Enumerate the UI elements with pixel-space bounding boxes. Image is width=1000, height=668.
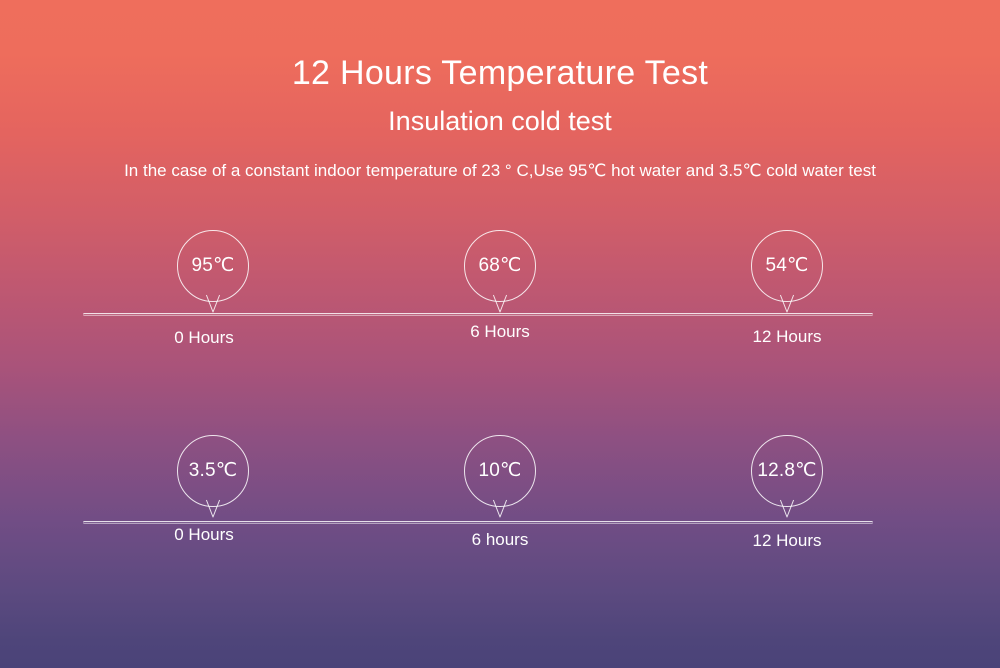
page-subtitle: Insulation cold test — [388, 106, 612, 136]
temperature-value: 12.8℃ — [757, 459, 817, 481]
temperature-bubble: 95℃ — [177, 230, 249, 313]
temperature-value: 68℃ — [478, 254, 522, 276]
hour-label: 0 Hours — [174, 525, 234, 544]
hour-label: 12 Hours — [752, 327, 822, 346]
temperature-bubble: 54℃ — [751, 230, 823, 313]
bubble-pointer-icon — [492, 499, 508, 518]
hour-label: 6 hours — [471, 530, 529, 549]
temperature-test-infographic: 12 Hours Temperature Test Insulation col… — [0, 0, 1000, 668]
page-title: 12 Hours Temperature Test — [291, 54, 709, 92]
timeline-axis-cold — [83, 521, 873, 524]
hour-label: 6 Hours — [470, 322, 530, 341]
temperature-bubble: 10℃ — [464, 435, 536, 518]
bubble-pointer-icon — [492, 294, 508, 313]
test-conditions-description: In the case of a constant indoor tempera… — [124, 161, 876, 180]
temperature-value: 10℃ — [478, 459, 522, 481]
hour-label: 12 Hours — [752, 531, 822, 550]
bubble-pointer-icon — [205, 294, 221, 313]
bubble-pointer-icon — [205, 499, 221, 518]
bubble-pointer-icon — [779, 499, 795, 518]
temperature-bubble: 3.5℃ — [177, 435, 249, 518]
hour-label: 0 Hours — [174, 328, 234, 347]
temperature-value: 3.5℃ — [188, 459, 238, 481]
timeline-axis-hot — [83, 313, 873, 316]
cold-water-test-row: 3.5℃ 0 Hours 10℃ 6 hours 12.8℃ 12 Hours — [0, 420, 1000, 580]
temperature-value: 54℃ — [765, 254, 809, 276]
temperature-bubble: 68℃ — [464, 230, 536, 313]
temperature-value: 95℃ — [191, 254, 235, 276]
temperature-bubble: 12.8℃ — [751, 435, 823, 518]
hot-water-test-row: 95℃ 0 Hours 68℃ 6 Hours 54℃ 12 Hours — [0, 218, 1000, 378]
bubble-pointer-icon — [779, 294, 795, 313]
